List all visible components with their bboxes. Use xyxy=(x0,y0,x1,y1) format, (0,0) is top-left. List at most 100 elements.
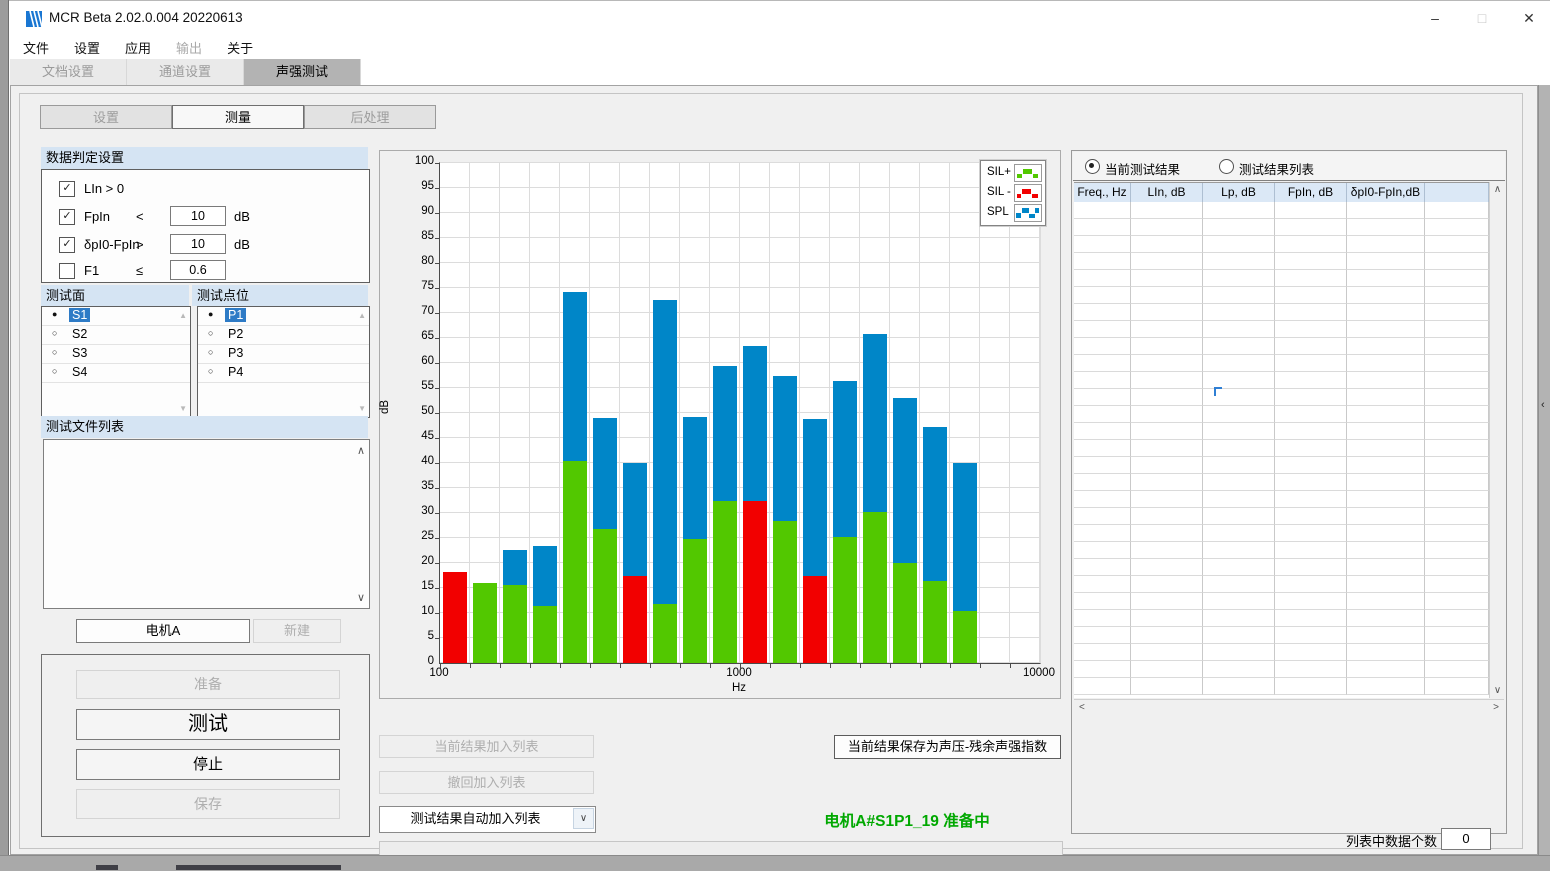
chevron-down-icon[interactable]: ∨ xyxy=(573,808,594,829)
list-item-label: S1 xyxy=(69,308,90,322)
table-cell xyxy=(1275,236,1347,253)
table-row xyxy=(1074,610,1489,627)
list-item-S3[interactable]: ○S3 xyxy=(42,345,190,364)
subtab-测量[interactable]: 测量 xyxy=(172,105,304,129)
legend-label: SIL+ xyxy=(987,166,1011,178)
table-cell xyxy=(1131,202,1203,219)
scroll-left-icon[interactable]: < xyxy=(1079,702,1085,713)
new-button[interactable]: 新建 xyxy=(253,619,341,643)
list-count-value[interactable]: 0 xyxy=(1441,828,1491,850)
judge-value-input[interactable]: 0.6 xyxy=(170,260,226,280)
judge-value-input[interactable]: 10 xyxy=(170,206,226,226)
table-cell xyxy=(1203,627,1275,644)
table-cell xyxy=(1131,440,1203,457)
judge-value-input[interactable]: 10 xyxy=(170,234,226,254)
tab-文档设置[interactable]: 文档设置 xyxy=(10,59,127,85)
add-current-result-button[interactable]: 当前结果加入列表 xyxy=(379,735,594,758)
menu-item-输出[interactable]: 输出 xyxy=(176,38,202,57)
scroll-down-icon[interactable]: ∨ xyxy=(357,591,365,604)
table-row xyxy=(1074,542,1489,559)
table-row xyxy=(1074,406,1489,423)
y-tick-label: 60 xyxy=(380,355,434,367)
column-header: FpIn, dB xyxy=(1275,183,1347,202)
table-cell xyxy=(1203,287,1275,304)
save-residual-index-button[interactable]: 当前结果保存为声压-残余声强指数 xyxy=(834,735,1061,759)
table-cell xyxy=(1425,661,1489,678)
close-button[interactable]: ✕ xyxy=(1506,1,1550,36)
radio-result-list[interactable] xyxy=(1219,159,1234,174)
table-cell xyxy=(1425,236,1489,253)
checkbox[interactable] xyxy=(59,263,75,279)
combo-selected-value: 测试结果自动加入列表 xyxy=(380,807,571,832)
bar-spl xyxy=(683,417,707,539)
maximize-button[interactable]: □ xyxy=(1459,1,1505,36)
undo-add-button[interactable]: 撤回加入列表 xyxy=(379,771,594,794)
list-item-P2[interactable]: ○P2 xyxy=(198,326,369,345)
background-window-strip xyxy=(0,855,1550,871)
table-cell xyxy=(1074,423,1131,440)
tab-声强测试[interactable]: 声强测试 xyxy=(244,59,361,85)
table-cell xyxy=(1074,491,1131,508)
menu-item-应用[interactable]: 应用 xyxy=(125,38,151,57)
list-item-label: P4 xyxy=(225,365,246,379)
save-button[interactable]: 保存 xyxy=(76,789,340,819)
subtab-后处理[interactable]: 后处理 xyxy=(304,105,436,129)
app-window: MCR Beta 2.02.0.004 20220613 – □ ✕ 文件设置应… xyxy=(9,0,1550,856)
scroll-up-icon[interactable]: ∧ xyxy=(1490,184,1505,195)
checkbox[interactable]: ✓ xyxy=(59,181,75,197)
test-file-list[interactable]: ∧ ∨ xyxy=(43,439,370,609)
point-list[interactable]: ▲ ▼ ●P1○P2○P3○P4 xyxy=(197,306,370,418)
scroll-down-icon[interactable]: ▼ xyxy=(179,404,187,413)
scroll-down-icon[interactable]: ▼ xyxy=(358,404,366,413)
table-cell xyxy=(1131,576,1203,593)
radio-icon: ○ xyxy=(208,328,213,338)
y-tick-label: 50 xyxy=(380,405,434,417)
motor-name-button[interactable]: 电机A xyxy=(76,619,250,643)
scroll-right-icon[interactable]: > xyxy=(1493,702,1499,713)
menu-item-文件[interactable]: 文件 xyxy=(23,38,49,57)
judge-label: δpI0-FpIn xyxy=(84,237,140,252)
test-button[interactable]: 测试 xyxy=(76,709,340,740)
table-cell xyxy=(1203,491,1275,508)
menu-item-关于[interactable]: 关于 xyxy=(227,38,253,57)
vertical-scrollbar[interactable]: ∧ ∨ xyxy=(1489,182,1505,698)
table-cell xyxy=(1203,202,1275,219)
prepare-button[interactable]: 准备 xyxy=(76,670,340,699)
checkbox[interactable]: ✓ xyxy=(59,209,75,225)
list-item-S2[interactable]: ○S2 xyxy=(42,326,190,345)
list-item-P4[interactable]: ○P4 xyxy=(198,364,369,383)
radio-current-result[interactable] xyxy=(1085,159,1100,174)
checkbox[interactable]: ✓ xyxy=(59,237,75,253)
y-tick-label: 10 xyxy=(380,605,434,617)
bar-sil-positive xyxy=(653,604,677,663)
y-tick-label: 40 xyxy=(380,455,434,467)
stop-button[interactable]: 停止 xyxy=(76,749,340,780)
legend-label: SPL xyxy=(987,206,1009,218)
tab-通道设置[interactable]: 通道设置 xyxy=(127,59,244,85)
table-cell xyxy=(1074,576,1131,593)
list-item-P3[interactable]: ○P3 xyxy=(198,345,369,364)
minimize-button[interactable]: – xyxy=(1412,1,1458,36)
list-item-S4[interactable]: ○S4 xyxy=(42,364,190,383)
radio-icon: ○ xyxy=(52,347,57,357)
scroll-down-icon[interactable]: ∨ xyxy=(1490,685,1505,696)
list-item-P1[interactable]: ●P1 xyxy=(198,307,369,326)
horizontal-scrollbar[interactable]: < > xyxy=(1074,699,1504,717)
table-cell xyxy=(1275,321,1347,338)
judge-row: ✓FpIn<10dB xyxy=(42,208,369,228)
table-cell xyxy=(1347,644,1425,661)
table-cell xyxy=(1347,457,1425,474)
bar-sil-positive xyxy=(473,583,497,664)
panel-collapse-handle[interactable]: ‹ xyxy=(1538,85,1550,855)
subtab-设置[interactable]: 设置 xyxy=(40,105,172,129)
judge-row: ✓LIn > 0 xyxy=(42,180,369,200)
scroll-up-icon[interactable]: ∧ xyxy=(357,444,365,457)
table-cell xyxy=(1074,219,1131,236)
auto-add-combobox[interactable]: 测试结果自动加入列表 ∨ xyxy=(379,806,596,833)
legend-entry-SIL+: SIL+ xyxy=(981,163,1045,183)
list-item-S1[interactable]: ●S1 xyxy=(42,307,190,326)
menu-item-设置[interactable]: 设置 xyxy=(74,38,100,57)
table-cell xyxy=(1425,474,1489,491)
table-cell xyxy=(1275,304,1347,321)
surface-list[interactable]: ▲ ▼ ●S1○S2○S3○S4 xyxy=(41,306,191,418)
